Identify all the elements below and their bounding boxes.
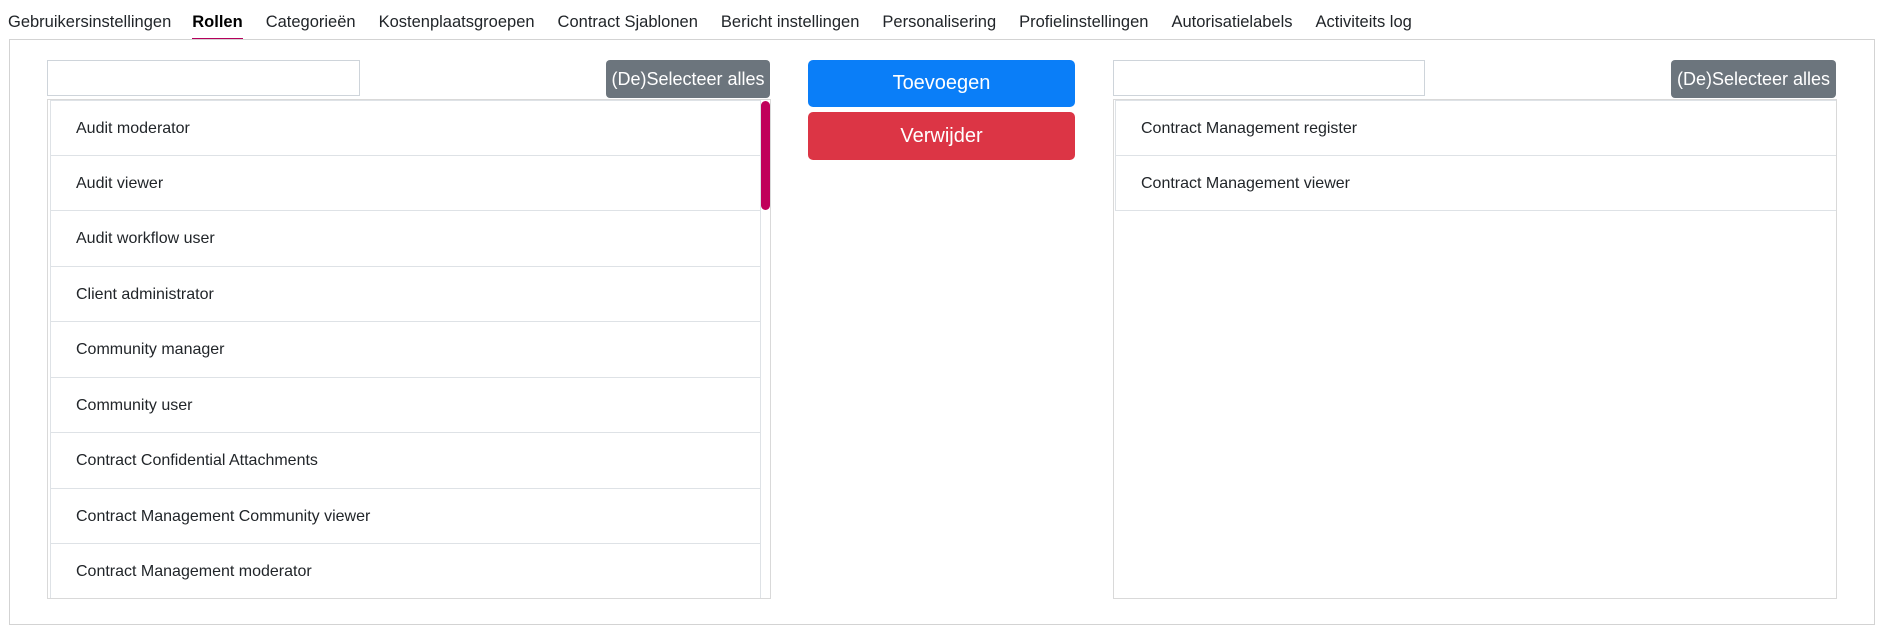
list-item[interactable]: Audit moderator — [50, 100, 761, 156]
tab-contract-sjablonen[interactable]: Contract Sjablonen — [558, 0, 698, 40]
tab-autorisatielabels[interactable]: Autorisatielabels — [1171, 0, 1292, 40]
tab-categorieen[interactable]: Categorieën — [266, 0, 356, 40]
list-scrollbar-thumb[interactable] — [761, 101, 770, 210]
assigned-roles-search-input[interactable] — [1113, 60, 1425, 96]
list-item[interactable]: Audit viewer — [50, 155, 761, 211]
list-item[interactable]: Contract Management Community viewer — [50, 488, 761, 544]
tab-activiteits-log[interactable]: Activiteits log — [1316, 0, 1412, 40]
list-item[interactable]: Community user — [50, 377, 761, 433]
tab-bericht-instellingen[interactable]: Bericht instellingen — [721, 0, 860, 40]
available-roles-list[interactable]: Audit moderator Audit viewer Audit workf… — [47, 99, 771, 599]
list-item[interactable]: Audit workflow user — [50, 211, 761, 267]
list-item[interactable]: Client administrator — [50, 266, 761, 322]
tab-kostenplaatsgroepen[interactable]: Kostenplaatsgroepen — [379, 0, 535, 40]
settings-tabs: Gebruikersinstellingen Rollen Categorieë… — [0, 0, 1412, 40]
remove-button[interactable]: Verwijder — [808, 112, 1075, 160]
tab-profielinstellingen[interactable]: Profielinstellingen — [1019, 0, 1148, 40]
add-button[interactable]: Toevoegen — [808, 60, 1075, 107]
list-item[interactable]: Contract Management register — [1115, 100, 1836, 156]
list-item[interactable]: Contract Management moderator — [50, 544, 761, 598]
list-item[interactable]: Contract Management viewer — [1115, 155, 1836, 211]
tab-gebruikersinstellingen[interactable]: Gebruikersinstellingen — [8, 0, 171, 40]
right-select-all-button[interactable]: (De)Selecteer alles — [1671, 60, 1836, 98]
tab-rollen[interactable]: Rollen — [192, 0, 244, 40]
left-select-all-button[interactable]: (De)Selecteer alles — [606, 60, 770, 98]
list-item[interactable]: Community manager — [50, 322, 761, 378]
tab-personalisering[interactable]: Personalisering — [882, 0, 996, 40]
assigned-roles-list[interactable]: Contract Management register Contract Ma… — [1113, 99, 1837, 599]
list-item[interactable]: Contract Confidential Attachments — [50, 433, 761, 489]
available-roles-search-input[interactable] — [47, 60, 360, 96]
